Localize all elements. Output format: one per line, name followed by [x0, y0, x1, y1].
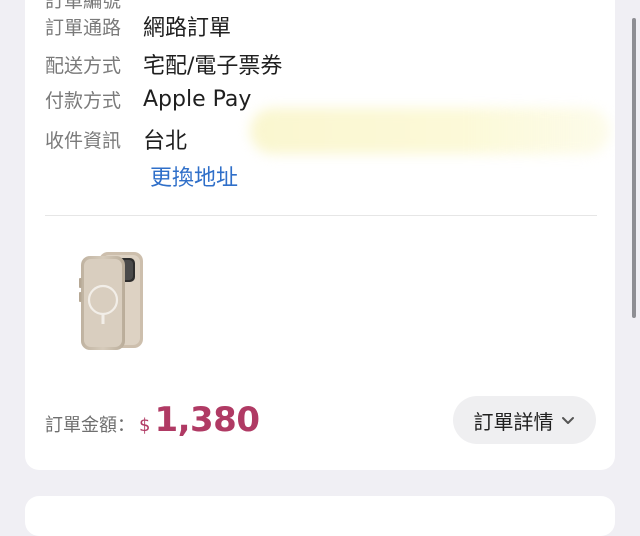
next-order-card [25, 496, 615, 536]
phone-case-icon [79, 252, 143, 350]
divider [45, 215, 597, 216]
product-thumbnail[interactable] [77, 250, 147, 352]
order-channel-value: 網路訂單 [143, 16, 232, 41]
chevron-down-icon [560, 412, 576, 428]
delivery-method-row: 配送方式 宅配/電子票券 [45, 48, 282, 80]
payment-method-value: Apple Pay [143, 87, 252, 112]
order-channel-label: 訂單通路 [45, 16, 122, 39]
order-details-button[interactable]: 訂單詳情 [453, 396, 596, 444]
delivery-method-label: 配送方式 [45, 54, 122, 77]
order-total-amount: 1,380 [154, 400, 260, 440]
change-address-link[interactable]: 更換地址 [150, 160, 238, 192]
order-channel-row: 訂單通路 網路訂單 [45, 10, 231, 42]
currency-symbol: $ [139, 415, 151, 436]
delivery-method-value: 宅配/電子票券 [143, 54, 283, 79]
redaction-highlight [250, 108, 610, 154]
recipient-info-value: 台北 [143, 129, 188, 154]
payment-method-label: 付款方式 [45, 90, 122, 112]
scrollbar[interactable] [632, 18, 636, 318]
order-details-label: 訂單詳情 [473, 409, 554, 434]
order-total: 訂單金額： $ 1,380 [45, 400, 260, 440]
order-total-label: 訂單金額： [45, 415, 135, 436]
order-card: 訂單編號 訂單通路 網路訂單 配送方式 宅配/電子票券 付款方式 Apple P… [25, 0, 615, 470]
payment-method-row: 付款方式 Apple Pay [45, 86, 251, 113]
recipient-info-row: 收件資訊 台北 [45, 123, 187, 155]
recipient-info-label: 收件資訊 [45, 129, 122, 152]
